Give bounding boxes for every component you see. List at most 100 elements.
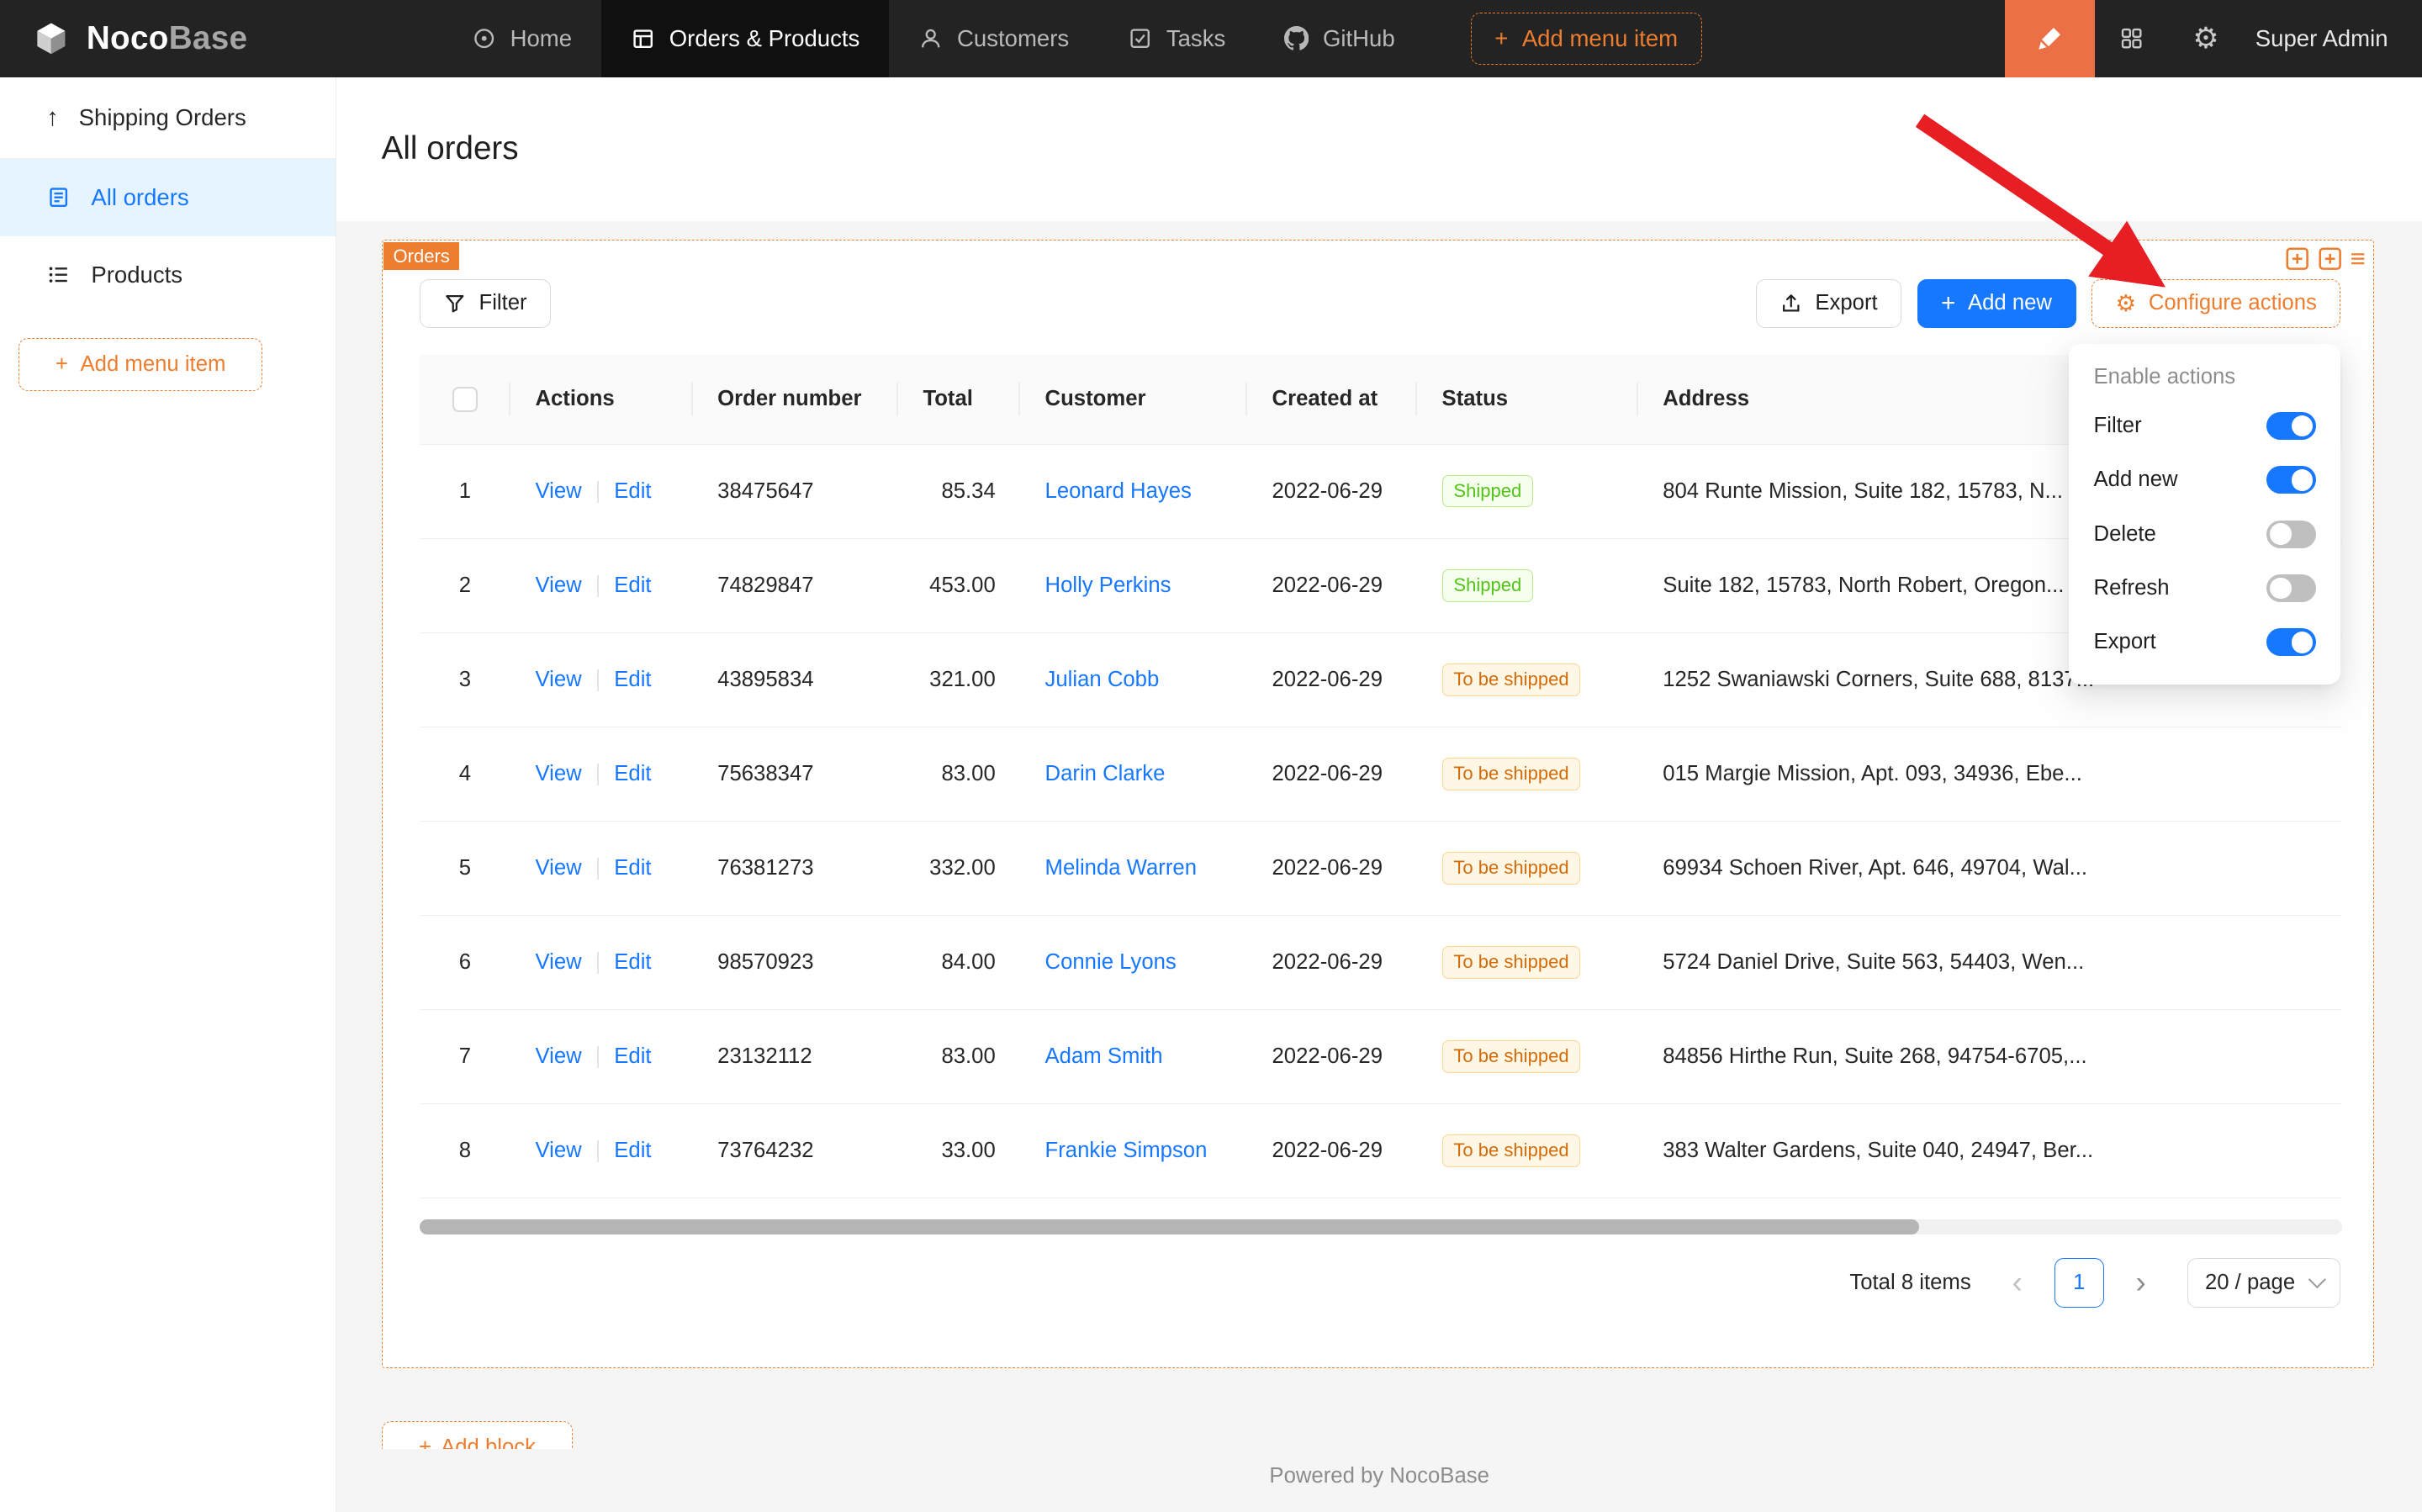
- view-link[interactable]: View: [535, 479, 581, 503]
- customer-link[interactable]: Holly Perkins: [1045, 574, 1171, 597]
- ui-editor-button[interactable]: [2005, 0, 2095, 77]
- nav-item-home[interactable]: Home: [442, 0, 601, 77]
- plugin-manager-button[interactable]: [2095, 0, 2169, 77]
- total-cell: 83.00: [898, 1009, 1020, 1103]
- filter-button[interactable]: Filter: [420, 279, 551, 329]
- previous-page-button[interactable]: ‹: [1992, 1258, 2042, 1308]
- sidebar-item-shipping-orders[interactable]: ↑ Shipping Orders: [0, 77, 336, 159]
- edit-link[interactable]: Edit: [614, 950, 651, 974]
- scrollbar-thumb[interactable]: [420, 1219, 1920, 1234]
- view-link[interactable]: View: [535, 762, 581, 785]
- edit-link[interactable]: Edit: [614, 574, 651, 597]
- created-at-cell: 2022-06-29: [1247, 915, 1417, 1009]
- add-block-button[interactable]: + Add block: [382, 1421, 574, 1449]
- customer-link[interactable]: Darin Clarke: [1045, 762, 1166, 785]
- view-link[interactable]: View: [535, 1139, 581, 1162]
- customer-link[interactable]: Melinda Warren: [1045, 856, 1197, 880]
- row-actions-cell: View Edit: [510, 632, 693, 727]
- address-cell: 69934 Schoen River, Apt. 646, 49704, Wal…: [1638, 821, 2343, 915]
- refresh-toggle[interactable]: [2266, 574, 2316, 602]
- action-divider: [597, 1140, 599, 1162]
- row-index: 4: [420, 727, 510, 821]
- edit-link[interactable]: Edit: [614, 1044, 651, 1068]
- customer-link[interactable]: Adam Smith: [1045, 1044, 1163, 1068]
- order-number-cell: 23132112: [693, 1009, 898, 1103]
- table-row: 6 View Edit 98570923 84.00 Connie Lyons 2…: [420, 915, 2343, 1009]
- add-new-button[interactable]: + Add new: [1917, 279, 2076, 329]
- next-page-button[interactable]: ›: [2116, 1258, 2166, 1308]
- sidebar-item-all-orders[interactable]: All orders: [0, 159, 336, 236]
- enable-action-delete[interactable]: Delete: [2094, 507, 2317, 561]
- view-link[interactable]: View: [535, 574, 581, 597]
- row-index: 6: [420, 915, 510, 1009]
- add-block-above-icon[interactable]: [2285, 246, 2309, 271]
- row-index: 1: [420, 444, 510, 538]
- order-number-cell: 38475647: [693, 444, 898, 538]
- select-all-checkbox[interactable]: [452, 387, 477, 411]
- settings-button[interactable]: ⚙: [2169, 0, 2243, 77]
- edit-link[interactable]: Edit: [614, 479, 651, 503]
- status-cell: Shipped: [1417, 538, 1638, 632]
- enable-action-refresh[interactable]: Refresh: [2094, 561, 2317, 615]
- view-link[interactable]: View: [535, 1044, 581, 1068]
- customer-cell: Julian Cobb: [1020, 632, 1247, 727]
- total-cell: 332.00: [898, 821, 1020, 915]
- enable-action-export[interactable]: Export: [2094, 616, 2317, 669]
- total-cell: 453.00: [898, 538, 1020, 632]
- view-link[interactable]: View: [535, 950, 581, 974]
- row-index: 5: [420, 821, 510, 915]
- gear-icon: ⚙: [2115, 292, 2136, 315]
- edit-link[interactable]: Edit: [614, 668, 651, 691]
- user-menu[interactable]: Super Admin: [2243, 25, 2422, 52]
- configure-actions-button[interactable]: ⚙ Configure actions: [2091, 279, 2341, 329]
- nav-item-github[interactable]: GitHub: [1255, 0, 1424, 77]
- sidebar-item-products[interactable]: Products: [0, 236, 336, 314]
- highlighter-icon: [2036, 24, 2064, 52]
- order-number-cell: 98570923: [693, 915, 898, 1009]
- view-link[interactable]: View: [535, 856, 581, 880]
- orders-products-icon: [631, 26, 655, 50]
- total-cell: 84.00: [898, 915, 1020, 1009]
- orders-table-body: 1 ViewEdit 38475647 85.34 Leonard Hayes …: [420, 444, 2343, 1197]
- enable-action-filter[interactable]: Filter: [2094, 399, 2317, 452]
- page-title: All orders: [382, 130, 519, 167]
- status-tag: To be shipped: [1442, 1040, 1581, 1073]
- address-cell: 84856 Hirthe Run, Suite 268, 94754-6705,…: [1638, 1009, 2343, 1103]
- export-toggle[interactable]: [2266, 628, 2316, 656]
- filter-toggle[interactable]: [2266, 412, 2316, 440]
- gear-icon: ⚙: [2192, 22, 2218, 56]
- page-number-button[interactable]: 1: [2054, 1258, 2104, 1308]
- customer-link[interactable]: Frankie Simpson: [1045, 1139, 1208, 1162]
- nav-item-tasks[interactable]: Tasks: [1098, 0, 1255, 77]
- add-block-below-icon[interactable]: [2318, 246, 2342, 271]
- edit-link[interactable]: Edit: [614, 856, 651, 880]
- action-divider: [597, 858, 599, 880]
- total-cell: 83.00: [898, 727, 1020, 821]
- status-tag: To be shipped: [1442, 758, 1581, 790]
- customer-cell: Darin Clarke: [1020, 727, 1247, 821]
- sidebar: ↑ Shipping Orders All orders Products + …: [0, 77, 336, 1512]
- orders-table: Actions Order number Total Customer Crea…: [420, 355, 2343, 1213]
- export-button[interactable]: Export: [1756, 279, 1902, 329]
- table-row: 3 ViewEdit 43895834 321.00 Julian Cobb 2…: [420, 632, 2343, 727]
- delete-toggle[interactable]: [2266, 521, 2316, 548]
- nav-item-orders-products[interactable]: Orders & Products: [601, 0, 889, 77]
- nocobase-logo[interactable]: NocoBase: [0, 0, 278, 77]
- customer-link[interactable]: Connie Lyons: [1045, 950, 1177, 974]
- add-menu-item-button-sidebar[interactable]: + Add menu item: [19, 338, 262, 390]
- row-index: 8: [420, 1103, 510, 1197]
- enable-action-add-new[interactable]: Add new: [2094, 453, 2317, 507]
- edit-link[interactable]: Edit: [614, 1139, 651, 1162]
- add-new-toggle[interactable]: [2266, 466, 2316, 494]
- nav-item-customers[interactable]: Customers: [889, 0, 1098, 77]
- customer-link[interactable]: Leonard Hayes: [1045, 479, 1192, 503]
- status-tag: To be shipped: [1442, 663, 1581, 696]
- page-size-select[interactable]: 20 / page: [2187, 1258, 2341, 1308]
- add-menu-item-button-topnav[interactable]: + Add menu item: [1471, 13, 1702, 65]
- customer-link[interactable]: Julian Cobb: [1045, 668, 1160, 691]
- view-link[interactable]: View: [535, 668, 581, 691]
- drag-handle-icon[interactable]: ≡: [2351, 246, 2366, 271]
- edit-link[interactable]: Edit: [614, 762, 651, 785]
- apps-grid-icon: [2119, 26, 2144, 50]
- row-actions-cell: View Edit: [510, 1103, 693, 1197]
